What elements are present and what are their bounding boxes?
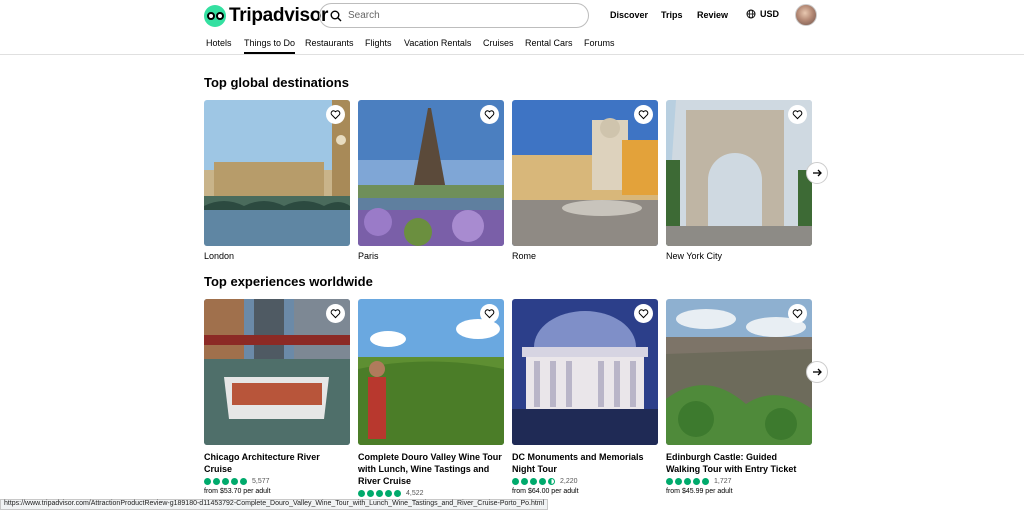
experience-card[interactable]: DC Monuments and Memorials Night Tour 2,… [512,299,658,495]
next-destinations-button[interactable] [806,162,828,184]
destination-card[interactable]: New York City [666,100,812,261]
tab-vacation-rentals[interactable]: Vacation Rentals [404,38,471,48]
search-icon [330,10,342,21]
heart-icon [330,110,341,120]
rome-image [512,100,658,246]
arrow-right-icon [813,368,822,376]
heart-icon [638,110,649,120]
save-heart-button[interactable] [634,304,653,323]
destination-name: Rome [512,251,537,261]
rating-bubbles: 1,727 [666,476,812,486]
tab-hotels[interactable]: Hotels [206,38,232,48]
review-count: 4,522 [406,489,424,497]
tab-forums[interactable]: Forums [584,38,615,48]
globe-icon [746,9,756,19]
douro-valley-image [358,299,504,445]
browser-status-url: https://www.tripadvisor.com/AttractionPr… [0,499,549,510]
price-text: from $45.99 per adult [666,488,733,495]
tab-restaurants[interactable]: Restaurants [305,38,354,48]
heart-icon [484,309,495,319]
experience-name: Complete Douro Valley Wine Tour with Lun… [358,452,502,486]
experience-name: Edinburgh Castle: Guided Walking Tour wi… [666,452,797,474]
destination-card[interactable]: Paris [358,100,504,261]
experience-card[interactable]: Complete Douro Valley Wine Tour with Lun… [358,299,504,498]
destination-card[interactable]: London [204,100,350,261]
experience-card[interactable]: Edinburgh Castle: Guided Walking Tour wi… [666,299,812,495]
paris-image [358,100,504,246]
save-heart-button[interactable] [788,105,807,124]
next-experiences-button[interactable] [806,361,828,383]
nav-review[interactable]: Review [697,10,728,20]
owl-logo-icon [204,5,226,27]
save-heart-button[interactable] [326,105,345,124]
experience-name: DC Monuments and Memorials Night Tour [512,452,644,474]
search-box[interactable] [319,3,589,28]
experience-name: Chicago Architecture River Cruise [204,452,320,474]
tab-rental-cars[interactable]: Rental Cars [525,38,573,48]
heart-icon [484,110,495,120]
tab-things-to-do[interactable]: Things to Do [244,38,296,54]
arrow-right-icon [813,169,822,177]
new-york-image [666,100,812,246]
destination-name: Paris [358,251,379,261]
destination-name: London [204,251,235,261]
save-heart-button[interactable] [326,304,345,323]
tab-flights[interactable]: Flights [365,38,392,48]
save-heart-button[interactable] [788,304,807,323]
rating-bubbles: 5,577 [204,476,350,486]
heart-icon [792,110,803,120]
price-text: from $53.70 per adult [204,488,271,495]
edinburgh-castle-image [666,299,812,445]
chicago-image [204,299,350,445]
experiences-title: Top experiences worldwide [204,274,373,289]
site-header: Tripadvisor Discover Trips Review USD Ho… [0,0,1024,55]
currency-selector[interactable]: USD [746,9,779,19]
destination-name: New York City [666,251,723,261]
save-heart-button[interactable] [480,105,499,124]
save-heart-button[interactable] [480,304,499,323]
london-image [204,100,350,246]
logo-text: Tripadvisor [229,5,329,26]
heart-icon [330,309,341,319]
search-input[interactable] [348,10,568,21]
review-count: 1,727 [714,477,732,485]
dc-monuments-image [512,299,658,445]
review-count: 2,220 [560,477,578,485]
save-heart-button[interactable] [634,105,653,124]
currency-label: USD [760,9,780,19]
heart-icon [792,309,803,319]
nav-discover[interactable]: Discover [610,10,648,20]
destination-card[interactable]: Rome [512,100,658,261]
rating-bubbles: 4,522 [358,488,504,498]
nav-trips[interactable]: Trips [661,10,683,20]
price-text: from $64.00 per adult [512,488,579,495]
avatar[interactable] [795,4,817,26]
rating-bubbles: 2,220 [512,476,658,486]
heart-icon [638,309,649,319]
tab-cruises[interactable]: Cruises [483,38,514,48]
review-count: 5,577 [252,477,270,485]
destinations-title: Top global destinations [204,75,349,90]
tripadvisor-logo[interactable]: Tripadvisor [204,4,328,28]
experience-card[interactable]: Chicago Architecture River Cruise 5,577 … [204,299,350,495]
